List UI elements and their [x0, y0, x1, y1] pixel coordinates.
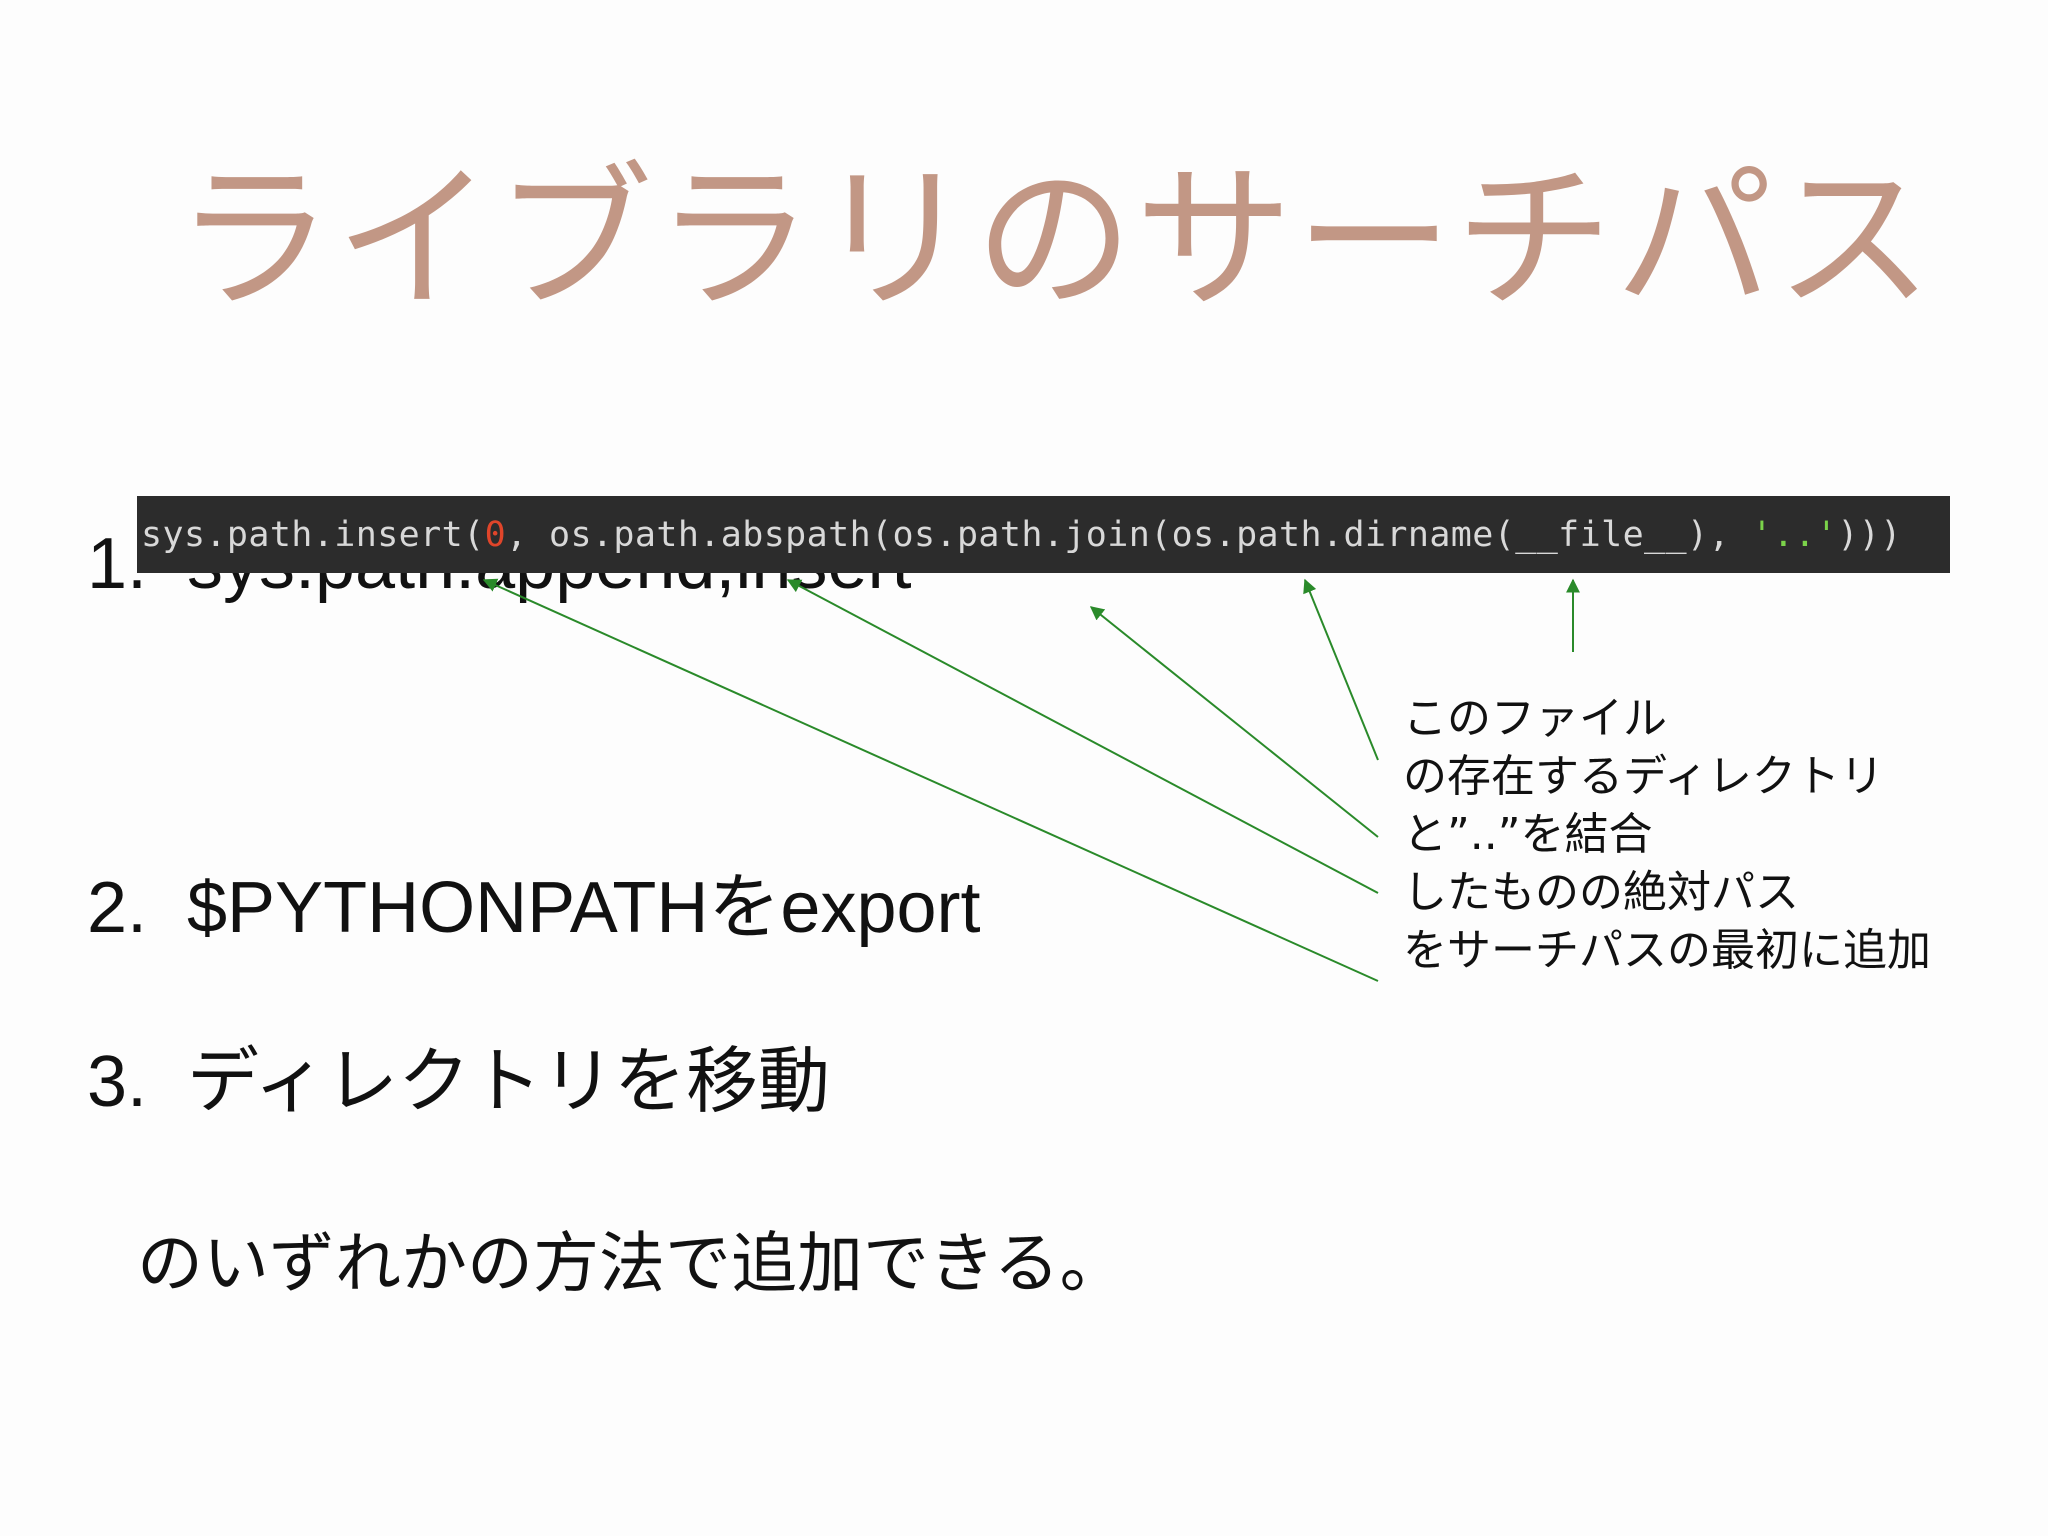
- arrow-to-join: [1089, 606, 1379, 838]
- arrow-to-dirname: [1303, 578, 1379, 761]
- arrow-to-abspath: [786, 579, 1379, 894]
- arrow-to-insert-zero: [482, 578, 1379, 982]
- slide: ライブラリのサーチパス 1.sys.path.append,insert sys…: [0, 0, 2048, 1536]
- annotation-arrows: [482, 578, 1580, 982]
